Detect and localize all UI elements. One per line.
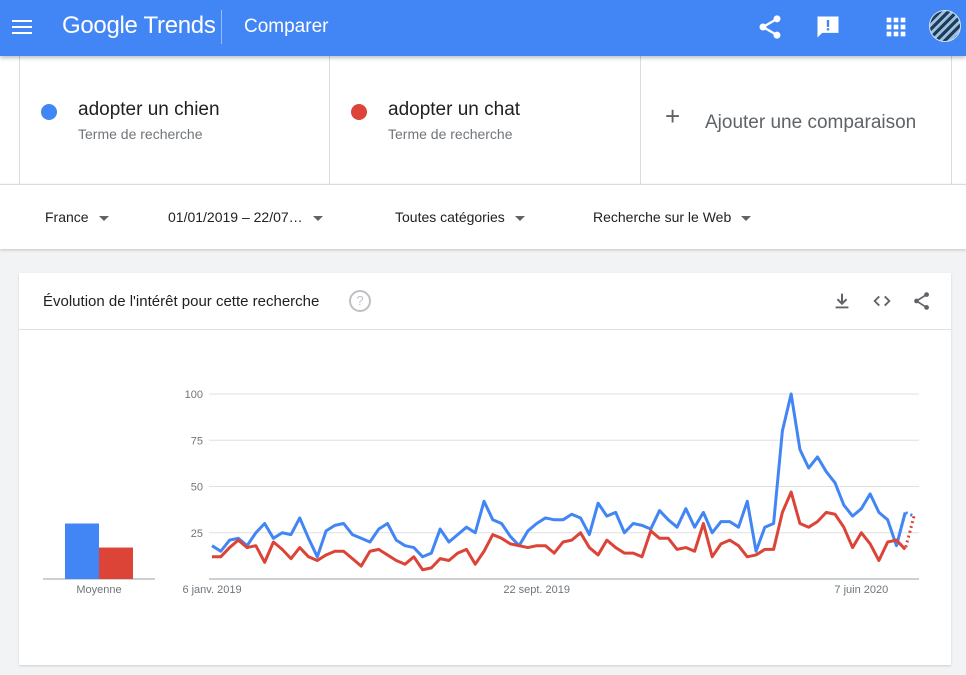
embed-icon[interactable] — [871, 290, 893, 312]
apps-icon[interactable] — [882, 13, 910, 41]
page-title: Comparer — [244, 16, 329, 37]
date-range-value: 01/01/2019 – 22/07… — [168, 209, 303, 225]
term-card-chien[interactable]: adopter un chien Terme de recherche — [19, 56, 330, 184]
add-comparison-button[interactable]: + Ajouter une comparaison — [641, 56, 952, 184]
term-card-chat[interactable]: adopter un chat Terme de recherche — [330, 56, 641, 184]
menu-icon[interactable] — [12, 16, 34, 38]
chevron-down-icon — [98, 215, 109, 221]
term-subtitle: Terme de recherche — [78, 126, 203, 142]
chevron-down-icon — [514, 215, 525, 221]
y-tick-label: 100 — [185, 389, 203, 401]
y-tick-label: 50 — [191, 482, 203, 494]
share-icon[interactable] — [911, 290, 933, 312]
series-color-dot — [41, 104, 57, 120]
card-title: Évolution de l'intérêt pour cette recher… — [43, 293, 320, 310]
x-tick-label: 7 juin 2020 — [834, 584, 888, 596]
feedback-icon[interactable] — [814, 13, 842, 41]
average-caption: Moyenne — [76, 584, 121, 596]
x-tick-label: 6 janv. 2019 — [182, 584, 241, 596]
top-app-bar: Google Trends Comparer — [0, 0, 966, 56]
google-trends-logo[interactable]: Google Trends — [62, 12, 216, 40]
chevron-down-icon — [741, 215, 752, 221]
term-subtitle: Terme de recherche — [388, 126, 513, 142]
add-comparison-label: Ajouter une comparaison — [705, 112, 917, 133]
average-bar-chien — [65, 523, 99, 579]
x-tick-label: 22 sept. 2019 — [503, 584, 570, 596]
logo-google: Google — [62, 12, 138, 39]
download-icon[interactable] — [831, 290, 853, 312]
average-bar-chat — [99, 547, 133, 579]
logo-trends: Trends — [143, 12, 216, 39]
interest-over-time-card: Évolution de l'intérêt pour cette recher… — [19, 273, 951, 665]
header-divider — [221, 10, 222, 44]
category-dropdown[interactable]: Toutes catégories — [395, 209, 525, 225]
category-value: Toutes catégories — [395, 209, 505, 225]
comparison-terms: adopter un chien Terme de recherche adop… — [0, 56, 966, 184]
chevron-down-icon — [312, 215, 323, 221]
avatar[interactable] — [929, 10, 961, 42]
region-value: France — [45, 209, 89, 225]
filter-bar: France 01/01/2019 – 22/07… Toutes catégo… — [0, 184, 966, 249]
date-range-dropdown[interactable]: 01/01/2019 – 22/07… — [168, 209, 323, 225]
y-tick-label: 25 — [191, 528, 203, 540]
search-type-dropdown[interactable]: Recherche sur le Web — [593, 209, 752, 225]
region-dropdown[interactable]: France — [45, 209, 109, 225]
series-color-dot — [351, 104, 367, 120]
term-name: adopter un chien — [78, 99, 220, 120]
plus-icon: + — [665, 101, 681, 131]
help-icon[interactable]: ? — [349, 290, 371, 312]
share-icon[interactable] — [756, 13, 784, 41]
search-type-value: Recherche sur le Web — [593, 209, 732, 225]
y-tick-label: 75 — [191, 435, 203, 447]
term-name: adopter un chat — [388, 99, 521, 120]
trend-chart[interactable]: 100 75 50 25 6 janv. 2019 22 sept. 2019 7 juin… — [19, 330, 951, 665]
series-line-chat — [212, 490, 907, 572]
